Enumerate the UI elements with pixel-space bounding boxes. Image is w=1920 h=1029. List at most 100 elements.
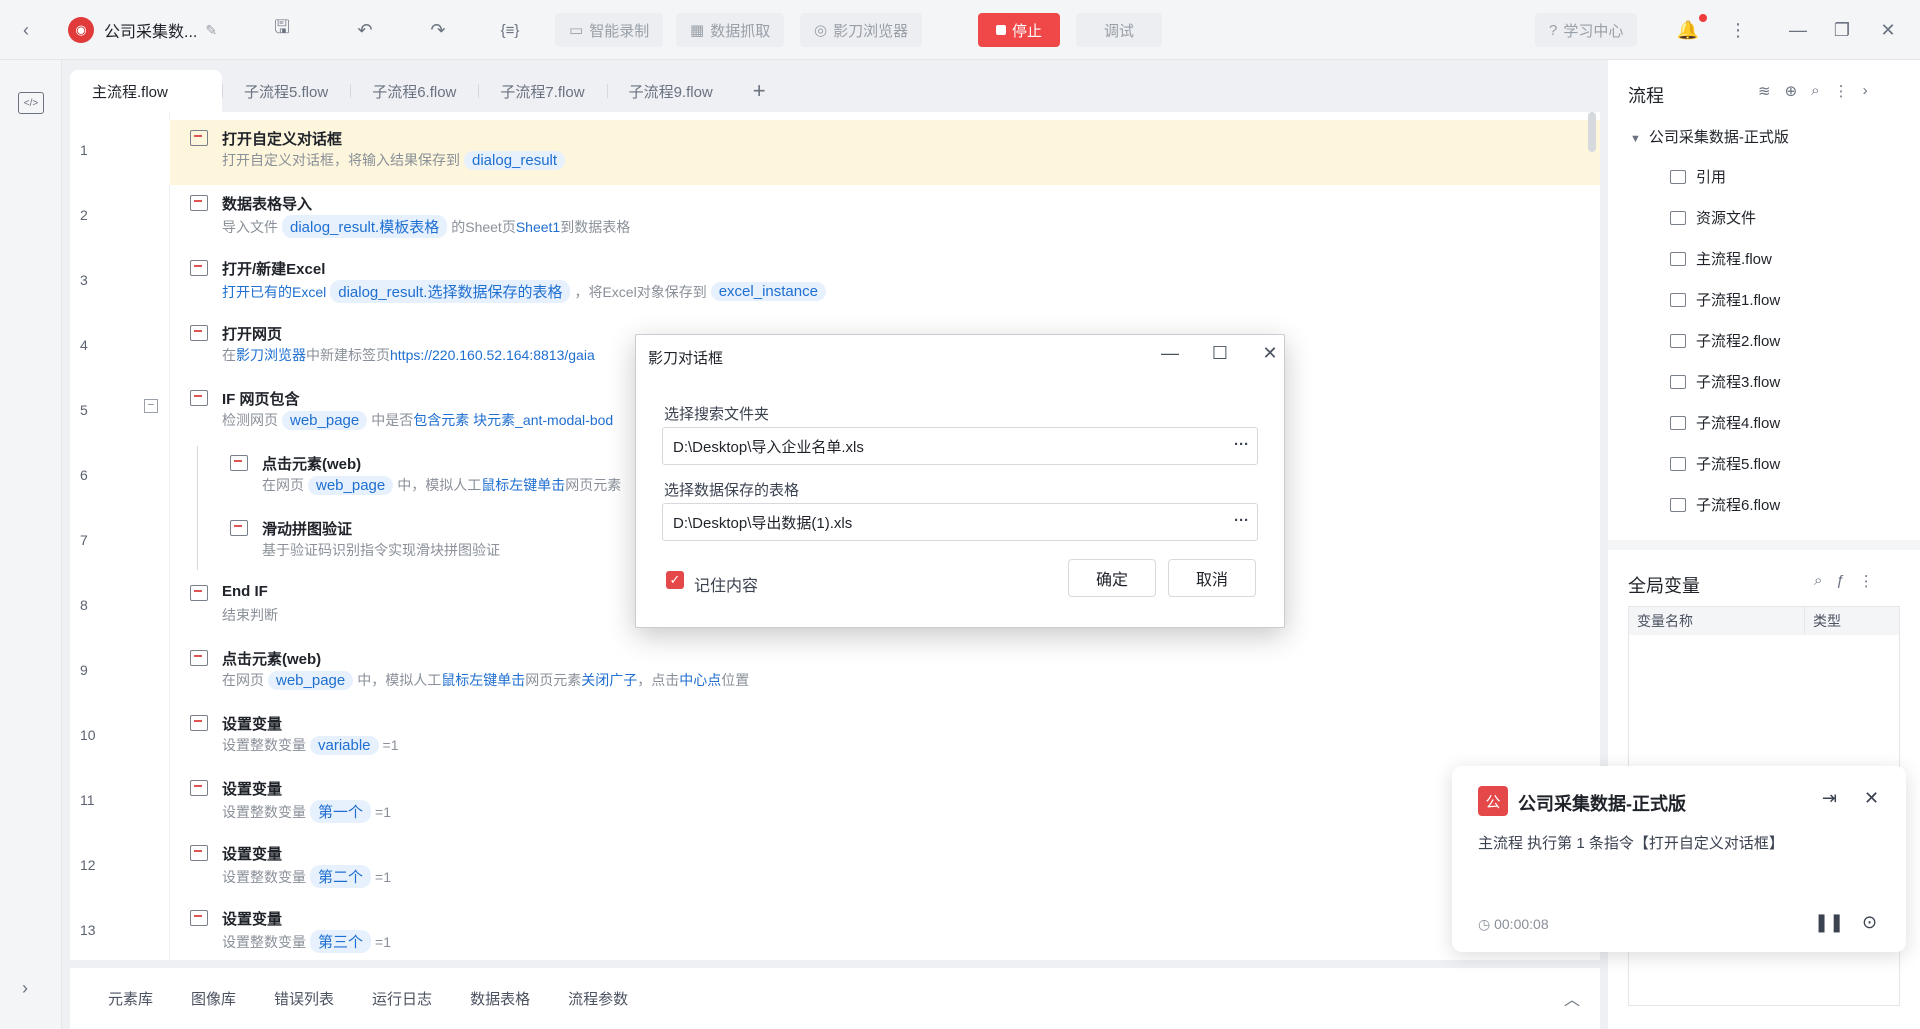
browse-icon[interactable]: ··· <box>1234 512 1249 529</box>
tree-item-flow[interactable]: 子流程1.flow <box>1670 289 1780 310</box>
yingdao-dialog: 影刀对话框 — ☐ ✕ 选择搜索文件夹 D:\Desktop\导入企业名单.xl… <box>635 334 1285 628</box>
column-header-name[interactable]: 变量名称 <box>1629 607 1805 635</box>
editor-scrollbar[interactable] <box>1588 112 1596 152</box>
top-toolbar: ‹ ◉ 公司采集数... ✎ 🖫 ↶ ↷ {≡} ▭ 智能录制 ▦ 数据抓取 ◎ 影刀… <box>0 0 1920 60</box>
flow-tabs: 主流程.flow 子流程5.flow 子流程6.flow 子流程7.flow 子… <box>70 70 1600 112</box>
caret-down-icon: ▼ <box>1630 133 1641 145</box>
search-folder-field[interactable]: D:\Desktop\导入企业名单.xls ··· <box>662 427 1258 465</box>
tree-item-flow[interactable]: 子流程2.flow <box>1670 330 1780 351</box>
remember-label[interactable]: 记住内容 <box>694 572 758 596</box>
notification-dot <box>1699 14 1707 22</box>
command-row[interactable]: 3 打开/新建Excel 打开已有的Excel dialog_result.选择数… <box>70 250 1600 315</box>
flow-panel-title: 流程 <box>1628 86 1664 106</box>
undo-icon[interactable]: ↶ <box>345 0 385 60</box>
tab-subflow7[interactable]: 子流程7.flow <box>478 70 606 112</box>
tab-element-library[interactable]: 元素库 <box>108 988 153 1009</box>
remember-checkbox[interactable]: ✓ <box>666 571 684 589</box>
click-icon <box>230 455 248 471</box>
tree-item-flow[interactable]: 子流程5.flow <box>1670 453 1780 474</box>
tab-subflow6[interactable]: 子流程6.flow <box>350 70 478 112</box>
import-icon <box>190 195 208 211</box>
tree-item-reference[interactable]: 引用 <box>1670 166 1726 187</box>
tree-root[interactable]: ▼ 公司采集数据-正式版 <box>1630 126 1789 147</box>
tab-error-list[interactable]: 错误列表 <box>274 988 334 1009</box>
code-panel-icon[interactable]: </> <box>18 92 44 114</box>
save-icon[interactable]: 🖫 <box>262 0 302 60</box>
pause-icon[interactable]: ❚❚ <box>1814 912 1844 933</box>
cancel-button[interactable]: 取消 <box>1168 559 1256 597</box>
debug-button[interactable]: 调试 <box>1076 0 1163 60</box>
confirm-button[interactable]: 确定 <box>1068 559 1156 597</box>
browser-icon: ◎ <box>814 22 828 39</box>
tree-item-flow[interactable]: 子流程6.flow <box>1670 494 1780 515</box>
tab-image-library[interactable]: 图像库 <box>191 988 236 1009</box>
add-tab-icon[interactable]: + <box>735 70 784 112</box>
more-icon[interactable]: ⋮ <box>1718 0 1758 60</box>
column-header-type[interactable]: 类型 <box>1805 607 1849 635</box>
stop-button[interactable]: 停止 <box>978 0 1061 60</box>
project-title[interactable]: 公司采集数... <box>104 18 197 42</box>
layers-add-icon[interactable]: ≋ <box>1758 82 1771 100</box>
restore-icon[interactable]: ❐ <box>1822 0 1862 60</box>
folder-label: 选择搜索文件夹 <box>664 406 770 423</box>
layers-icon <box>1670 374 1686 389</box>
data-capture-button[interactable]: ▦ 数据抓取 <box>676 0 785 60</box>
tree-item-resources[interactable]: 资源文件 <box>1670 207 1756 228</box>
tree-item-flow[interactable]: 子流程4.flow <box>1670 412 1780 433</box>
table-icon: ▦ <box>690 22 705 39</box>
save-table-field[interactable]: D:\Desktop\导出数据(1).xls ··· <box>662 503 1258 541</box>
more-icon[interactable]: ⋮ <box>1859 572 1874 590</box>
bell-icon[interactable]: 🔔 <box>1668 0 1708 60</box>
tab-flow-params[interactable]: 流程参数 <box>568 988 628 1009</box>
tree-item-flow[interactable]: 主流程.flow <box>1670 248 1772 269</box>
chevron-up-icon[interactable]: ︿ <box>1564 986 1580 1010</box>
layers-icon <box>1670 251 1686 266</box>
collapse-icon[interactable]: − <box>144 399 158 413</box>
expand-icon[interactable]: › <box>22 978 28 999</box>
edit-icon[interactable]: ✎ <box>205 22 217 39</box>
minimize-icon[interactable]: — <box>1778 0 1818 60</box>
learning-center-button[interactable]: ? 学习中心 <box>1535 0 1638 60</box>
dialog-title: 影刀对话框 <box>648 350 724 367</box>
bottom-panel-tabs: 元素库 图像库 错误列表 运行日志 数据表格 流程参数 ︿ <box>70 968 1600 1029</box>
code-icon[interactable]: {≡} <box>490 0 530 60</box>
camera-icon: ▭ <box>569 22 584 39</box>
back-icon[interactable]: ‹ <box>6 0 46 60</box>
close-icon[interactable]: ✕ <box>1250 343 1290 364</box>
more-icon[interactable]: ⋮ <box>1834 82 1849 100</box>
layers-icon <box>1670 497 1686 512</box>
command-row[interactable]: 10 设置变量 设置整数变量 variable =1 <box>70 705 1600 770</box>
command-row[interactable]: 1 打开自定义对话框 打开自定义对话框，将输入结果保存到 dialog_resul… <box>70 120 1600 185</box>
search-icon[interactable]: ⌕ <box>1814 572 1822 590</box>
maximize-icon[interactable]: ☐ <box>1200 343 1240 364</box>
command-row[interactable]: 12 设置变量 设置整数变量 第二个 =1 <box>70 835 1600 900</box>
function-icon[interactable]: ƒ <box>1836 572 1844 590</box>
close-icon[interactable]: ✕ <box>1868 0 1908 60</box>
command-row[interactable]: 9 点击元素(web) 在网页 web_page 中，模拟人工 鼠标左键单击 网页元素关… <box>70 640 1600 705</box>
table-label: 选择数据保存的表格 <box>664 482 800 499</box>
redo-icon[interactable]: ↷ <box>418 0 458 60</box>
project-header: ◉ 公司采集数... ✎ <box>68 0 217 60</box>
tab-main-flow[interactable]: 主流程.flow <box>70 70 222 112</box>
search-icon[interactable]: ⌕ <box>1811 82 1819 100</box>
chevron-right-icon[interactable]: › <box>1863 82 1868 100</box>
variable-icon <box>190 845 208 861</box>
stop-circle-icon[interactable]: ⊙ <box>1862 912 1877 933</box>
tree-item-flow[interactable]: 子流程3.flow <box>1670 371 1780 392</box>
pin-icon[interactable]: ⇥ <box>1822 788 1837 809</box>
add-flow-icon[interactable]: ⊕ <box>1785 82 1798 100</box>
browser-button[interactable]: ◎ 影刀浏览器 <box>800 0 923 60</box>
tab-data-table[interactable]: 数据表格 <box>470 988 530 1009</box>
tab-subflow9[interactable]: 子流程9.flow <box>606 70 735 112</box>
tab-subflow5[interactable]: 子流程5.flow <box>222 70 350 112</box>
excel-icon <box>190 260 208 276</box>
layers-icon <box>1670 333 1686 348</box>
command-row[interactable]: 13 设置变量 设置整数变量 第三个 =1 <box>70 900 1600 960</box>
smart-record-button[interactable]: ▭ 智能录制 <box>555 0 664 60</box>
command-row[interactable]: 11 设置变量 设置整数变量 第一个 =1 <box>70 770 1600 835</box>
close-icon[interactable]: ✕ <box>1864 788 1879 809</box>
tab-run-log[interactable]: 运行日志 <box>372 988 432 1009</box>
minimize-icon[interactable]: — <box>1150 343 1190 364</box>
command-row[interactable]: 2 数据表格导入 导入文件 dialog_result.模板表格 的Sheet页 Sh… <box>70 185 1600 250</box>
browse-icon[interactable]: ··· <box>1234 436 1249 453</box>
